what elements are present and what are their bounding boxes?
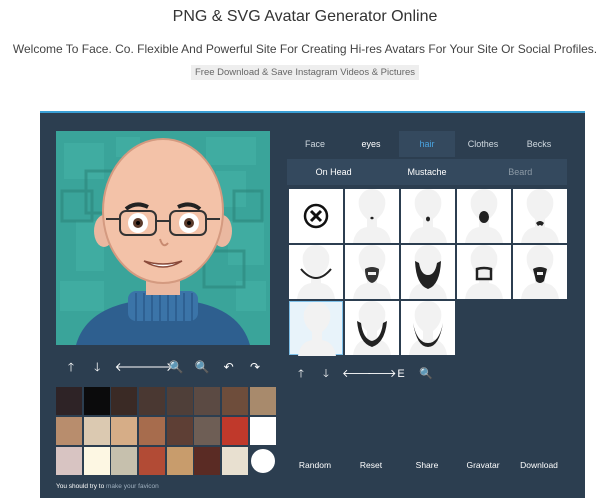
beard-option-curved-chinstrap[interactable] [401, 301, 455, 355]
beard-option-full-goatee-icon [353, 245, 391, 299]
beard-option-chin-curve-icon [297, 245, 335, 299]
beard-option-long-chinstrap-icon [353, 301, 391, 355]
color-swatch[interactable] [166, 387, 193, 415]
beard-option-blank[interactable] [289, 301, 343, 356]
color-swatch[interactable] [111, 387, 138, 415]
favicon-note-text: You should try to [56, 483, 105, 490]
tab-hair[interactable]: hair [399, 131, 455, 157]
promo-link[interactable]: Free Download & Save Instagram Videos & … [190, 65, 420, 80]
item-down-icon[interactable]: 🡓 [317, 365, 335, 383]
color-swatch[interactable] [83, 447, 110, 475]
color-swatch[interactable] [139, 447, 166, 475]
color-swatch[interactable] [56, 447, 82, 475]
color-swatch[interactable] [139, 417, 166, 445]
beard-option-full-beard[interactable] [401, 245, 455, 299]
color-swatch[interactable] [139, 387, 166, 415]
color-palette [56, 387, 276, 475]
color-swatch[interactable] [166, 447, 193, 475]
beard-option-van-dyke-icon [521, 245, 559, 299]
avatar-preview [56, 131, 270, 345]
color-picker-swatch[interactable] [250, 449, 275, 473]
beard-option-goatee[interactable] [457, 189, 511, 243]
color-swatch[interactable] [222, 447, 249, 475]
color-swatch[interactable] [56, 417, 82, 445]
tab-eyes[interactable]: eyes [343, 131, 399, 157]
subtab-beard[interactable]: Beard [474, 159, 567, 185]
color-swatch[interactable] [83, 387, 110, 415]
tab-becks[interactable]: Becks [511, 131, 567, 157]
promo-line: Free Download & Save Instagram Videos & … [0, 65, 610, 80]
color-swatch[interactable] [194, 417, 221, 445]
beard-option-long-chinstrap[interactable] [345, 301, 399, 355]
gravatar-button[interactable]: Gravatar [455, 453, 511, 477]
color-swatch[interactable] [249, 417, 276, 445]
color-swatch[interactable] [194, 387, 221, 415]
avatar-drawing [60, 137, 266, 345]
page: PNG & SVG Avatar Generator Online Welcom… [0, 0, 610, 501]
beard-option-box-goatee[interactable] [457, 245, 511, 299]
beard-option-none[interactable] [289, 189, 343, 243]
beard-option-chin-strap-icon [521, 189, 559, 243]
color-swatch[interactable] [166, 417, 193, 445]
favicon-note: You should try to make your favicon [56, 483, 159, 490]
left-arrow-icon[interactable]: 🡐 [115, 358, 147, 376]
subtab-mustache[interactable]: Mustache [380, 159, 473, 185]
reset-button[interactable]: Reset [343, 453, 399, 477]
item-up-icon[interactable]: 🡑 [292, 365, 310, 383]
share-button[interactable]: Share [399, 453, 455, 477]
avatar-toolbar: 🡑 🡓 🡐 🡒 🔍 🔍 ↶ ↷ [56, 358, 270, 376]
rotate-right-icon[interactable]: ↷ [246, 358, 264, 376]
color-swatch[interactable] [83, 417, 110, 445]
sub-tabs: On Head Mustache Beard [287, 159, 567, 185]
page-title: PNG & SVG Avatar Generator Online [172, 8, 438, 25]
color-swatch[interactable] [111, 417, 138, 445]
zoom-out-icon[interactable]: 🔍 [167, 358, 185, 376]
color-swatch[interactable] [249, 387, 276, 415]
color-swatch[interactable] [111, 447, 138, 475]
beard-option-small-chin[interactable] [401, 189, 455, 243]
beard-option-full-beard-icon [409, 245, 447, 299]
item-toolbar: 🡑 🡓 🡐 🡒 E 🔍 [292, 365, 442, 383]
beard-option-van-dyke[interactable] [513, 245, 567, 299]
color-swatch[interactable] [56, 387, 82, 415]
beard-option-goatee-icon [465, 189, 503, 243]
item-zoom-icon[interactable]: 🔍 [417, 365, 435, 383]
beard-option-box-goatee-icon [465, 245, 503, 299]
page-subtitle: Welcome To Face. Co. Flexible And Powerf… [12, 42, 598, 56]
beard-option-full-goatee[interactable] [345, 245, 399, 299]
beard-option-curved-chinstrap-icon [409, 301, 447, 355]
down-arrow-icon[interactable]: 🡓 [88, 358, 106, 376]
tab-clothes[interactable]: Clothes [455, 131, 511, 157]
item-edit-icon[interactable]: E [392, 365, 410, 383]
color-swatch[interactable] [194, 447, 221, 475]
beard-option-small-chin-icon [409, 189, 447, 243]
zoom-in-icon[interactable]: 🔍 [193, 358, 211, 376]
up-arrow-icon[interactable]: 🡑 [62, 358, 80, 376]
color-swatch[interactable] [222, 417, 249, 445]
beard-option-soul-patch-icon [353, 189, 391, 243]
subtab-on-head[interactable]: On Head [287, 159, 380, 185]
item-right-icon[interactable]: 🡒 [367, 365, 397, 383]
rotate-left-icon[interactable]: ↶ [220, 358, 238, 376]
beard-option-soul-patch[interactable] [345, 189, 399, 243]
download-button[interactable]: Download [511, 453, 567, 477]
beard-option-chin-curve[interactable] [289, 245, 343, 299]
beard-option-blank-icon [298, 302, 336, 356]
action-bar: Random Reset Share Gravatar Download [287, 453, 567, 477]
tab-face[interactable]: Face [287, 131, 343, 157]
item-grid [289, 189, 567, 356]
favicon-link[interactable]: make your favicon [106, 483, 159, 490]
right-arrow-icon[interactable]: 🡒 [141, 358, 173, 376]
avatar-editor: 🡑 🡓 🡐 🡒 🔍 🔍 ↶ ↷ You should try to make y… [40, 111, 585, 498]
random-button[interactable]: Random [287, 453, 343, 477]
beard-option-none-icon [303, 203, 329, 229]
beard-option-chin-strap[interactable] [513, 189, 567, 243]
color-swatch[interactable] [222, 387, 249, 415]
item-left-icon[interactable]: 🡐 [342, 365, 372, 383]
category-tabs: Face eyes hair Clothes Becks [287, 131, 567, 157]
